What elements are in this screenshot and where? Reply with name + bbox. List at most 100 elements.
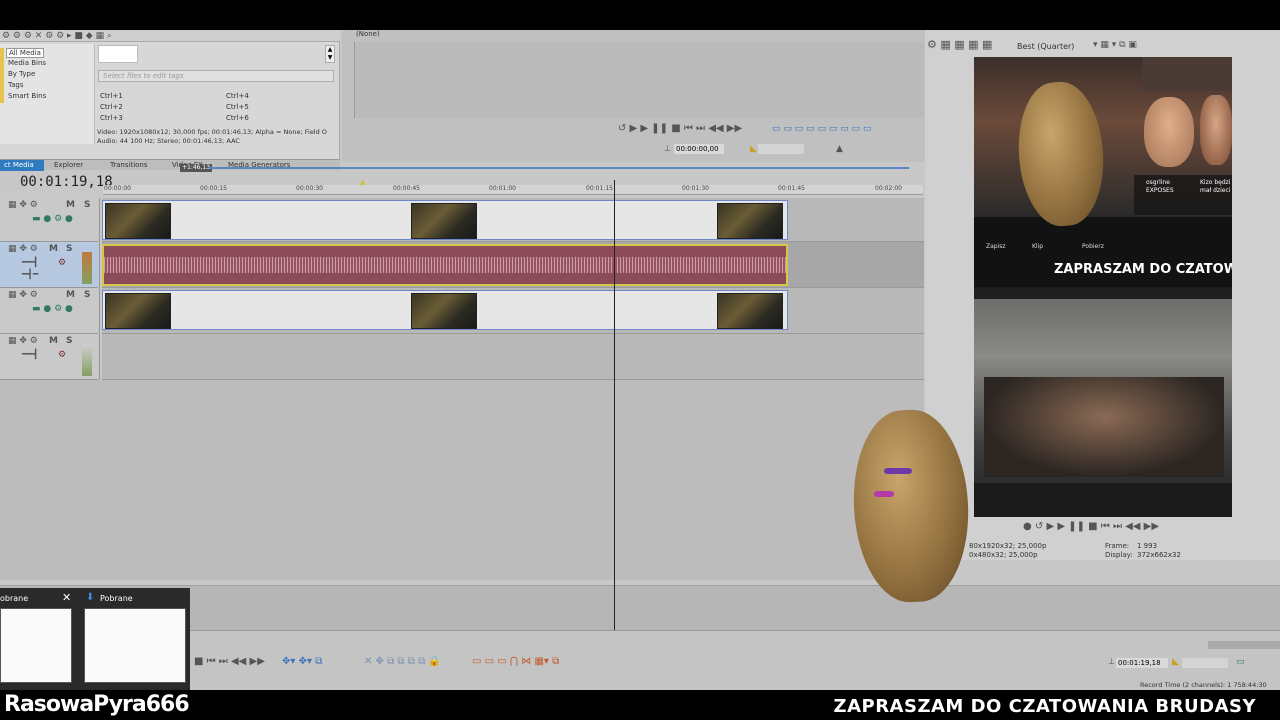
shortcut-2[interactable]: Ctrl+2	[100, 103, 123, 111]
track-header-audio[interactable]: ▦ ✥ ⚙ M S ━━┫ ⚙ ━┫━	[0, 242, 98, 288]
solo-button[interactable]: S	[66, 244, 72, 254]
yt-button-clip: Klip	[1032, 243, 1044, 250]
taskbar-preview-popup: obrane ✕ ⬇ Pobrane	[0, 588, 190, 690]
zoom-icon[interactable]: ▭	[1236, 657, 1245, 667]
shortcut-5[interactable]: Ctrl+5	[226, 103, 249, 111]
tab-transitions[interactable]: Transitions	[106, 160, 152, 171]
preview-toolbar-icons[interactable]: ⚙ ▦ ▦ ▦ ▦	[927, 39, 992, 50]
tab-media-generators[interactable]: Media Generators	[224, 160, 294, 171]
edit-icons[interactable]: ✕ ✥ ⧉ ⧉ ⧉ ⧉ 🔒	[364, 657, 441, 667]
h-scrollbar[interactable]	[1208, 641, 1280, 649]
crowd	[984, 377, 1224, 477]
lane-video-2	[102, 288, 924, 334]
transport-controls[interactable]: ■ ⏮ ⏭ ◀◀ ▶▶	[194, 657, 265, 667]
trimmer-transport[interactable]: ↺ ▶ ▶ ❚❚ ■ ⏮ ⏭ ◀◀ ▶▶	[618, 124, 742, 134]
clip-thumbnail	[717, 293, 783, 329]
track-header-video-2[interactable]: ▦ ✥ ⚙ M S ▬ ● ⚙ ●	[0, 288, 98, 334]
trimmer-title: (None)	[356, 30, 380, 38]
trimmer-panel: (None) ↺ ▶ ▶ ❚❚ ■ ⏮ ⏭ ◀◀ ▶▶ ▭ ▭ ▭ ▭ ▭ ▭ …	[342, 30, 925, 162]
project-info: 80x1920x32; 25,000p	[969, 542, 1047, 550]
preview-video: Kizo będzi mał dzieci osgrline EXPOSES Z…	[974, 57, 1232, 517]
ruler-tick: 00:01:00	[489, 185, 516, 192]
track-controls-icons[interactable]: ▦ ✥ ⚙	[8, 244, 38, 254]
clip-thumbnail	[411, 203, 477, 239]
playhead-cursor[interactable]	[614, 180, 615, 640]
close-icon[interactable]: ✕	[62, 592, 71, 603]
yt-text-3: osgrline	[1146, 179, 1170, 186]
flag-icon: ◣	[1172, 657, 1179, 667]
video-top-half: Kizo będzi mał dzieci osgrline EXPOSES	[974, 57, 1232, 217]
shortcut-3[interactable]: Ctrl+3	[100, 114, 123, 122]
video-caption: ZAPRASZAM DO CZATOWAN	[1054, 262, 1232, 277]
track-header-audio-2[interactable]: ▦ ✥ ⚙ M S ━━┫ ⚙	[0, 334, 98, 380]
video-clip[interactable]	[102, 200, 788, 240]
display-label: Display:	[1105, 551, 1133, 559]
potato-eye	[884, 468, 912, 474]
timeline-tracks[interactable]	[102, 198, 924, 380]
snap-icons[interactable]: ▭ ▭ ▭ ⋂ ⋈ ▦▾ ⧉	[472, 657, 559, 667]
tree-media-bins[interactable]: Media Bins	[8, 59, 46, 67]
volume-slider[interactable]: ━━┫	[22, 258, 38, 268]
mute-button[interactable]: M	[66, 200, 75, 210]
video-clip[interactable]	[102, 290, 788, 330]
media-thumbnail[interactable]	[98, 45, 138, 63]
mute-button[interactable]: M	[66, 290, 75, 300]
fx-icon[interactable]: ⚙	[58, 350, 66, 360]
trimmer-tools[interactable]: ▭ ▭ ▭ ▭ ▭ ▭ ▭ ▭ ▭	[772, 124, 871, 134]
trimmer-flag-icon: ◣	[750, 144, 757, 154]
solo-button[interactable]: S	[84, 290, 90, 300]
timeline-empty-area[interactable]	[0, 380, 924, 580]
video-preview-panel: ⚙ ▦ ▦ ▦ ▦ Best (Quarter) ▾ ▦ ▾ ⧉ ▣ Kizo …	[925, 30, 1280, 560]
solo-button[interactable]: S	[66, 336, 72, 346]
track-controls-icons[interactable]: ▦ ✥ ⚙	[8, 290, 38, 300]
ruler-tick: 00:01:15	[586, 185, 613, 192]
fx-icon[interactable]: ⚙	[58, 258, 66, 268]
trimmer-area[interactable]	[354, 42, 924, 118]
clip-thumbnail	[411, 293, 477, 329]
track-controls-icons[interactable]: ▦ ✥ ⚙	[8, 200, 38, 210]
shortcut-1[interactable]: Ctrl+1	[100, 92, 123, 100]
trimmer-marker-icon: ⊥	[664, 144, 671, 153]
shortcut-4[interactable]: Ctrl+4	[226, 92, 249, 100]
tree-all-media[interactable]: All Media	[6, 48, 44, 58]
person-face-1	[1144, 97, 1194, 167]
preview-transport[interactable]: ● ↺ ▶ ▶ ❚❚ ■ ⏮ ⏭ ◀◀ ▶▶	[1023, 522, 1159, 532]
tab-project-media[interactable]: ct Media	[0, 160, 44, 171]
fx-icon[interactable]: ▬ ● ⚙ ●	[32, 214, 73, 224]
ruler-tick: 00:01:45	[778, 185, 805, 192]
tree-by-type[interactable]: By Type	[8, 70, 35, 78]
timeline-ruler[interactable]: 00:00:00 00:00:15 00:00:30 00:00:45 00:0…	[103, 185, 923, 195]
yt-text-2: mał dzieci	[1200, 187, 1231, 194]
clip-thumbnail	[105, 293, 171, 329]
mute-button[interactable]: M	[49, 244, 58, 254]
scroll-arrows[interactable]: ▲ ▼	[325, 45, 335, 63]
solo-button[interactable]: S	[84, 200, 90, 210]
vegas-window: ⚙ ⚙ ⚙ ✕ ⚙ ⚙ ▸ ■ ◆ ▦ ⌕ All Media Media Bi…	[0, 30, 1280, 690]
clip-thumbnail	[717, 203, 783, 239]
track-controls-icons[interactable]: ▦ ✥ ⚙	[8, 336, 38, 346]
audio-clip[interactable]	[102, 244, 788, 286]
track-header-video-1[interactable]: ▦ ✥ ⚙ M S ▬ ● ⚙ ●	[0, 198, 98, 242]
folder-strip	[0, 48, 4, 103]
timeline-bottom-toolbar: ■ ⏮ ⏭ ◀◀ ▶▶ ✥▾ ✥▾ ⧉ ✕ ✥ ⧉ ⧉ ⧉ ⧉ 🔒 ▭ ▭ ▭ …	[0, 630, 1280, 690]
top-toolbar: ⚙ ⚙ ⚙ ✕ ⚙ ⚙ ▸ ■ ◆ ▦ ⌕	[0, 30, 340, 42]
window-thumbnail-2[interactable]	[84, 608, 186, 683]
volume-slider[interactable]: ━━┫	[22, 350, 38, 360]
mute-button[interactable]: M	[49, 336, 58, 346]
fx-icon[interactable]: ▬ ● ⚙ ●	[32, 304, 73, 314]
edit-tools[interactable]: ✥▾ ✥▾ ⧉	[282, 657, 322, 667]
media-info-audio: Audio: 44 100 Hz; Stereo; 00:01:46,13; A…	[97, 137, 240, 145]
tab-explorer[interactable]: Explorer	[50, 160, 87, 171]
window-thumbnail-1[interactable]	[0, 608, 72, 683]
toolbar-icons[interactable]: ⚙ ⚙ ⚙ ✕ ⚙ ⚙ ▸ ■ ◆ ▦ ⌕	[2, 31, 112, 41]
display-value: 372x662x32	[1137, 551, 1181, 559]
tree-smart-bins[interactable]: Smart Bins	[8, 92, 46, 100]
preview-quality-select[interactable]: Best (Quarter)	[1017, 42, 1074, 51]
pan-slider[interactable]: ━┫━	[22, 270, 38, 280]
tag-input[interactable]: Select files to edit tags	[98, 70, 334, 82]
preview-overlay-icons[interactable]: ▾ ▦ ▾ ⧉ ▣	[1093, 40, 1137, 50]
lane-audio-2	[102, 334, 924, 380]
shortcut-6[interactable]: Ctrl+6	[226, 114, 249, 122]
tree-tags[interactable]: Tags	[8, 81, 24, 89]
timeline-timecode: 00:01:19,18	[20, 174, 113, 190]
